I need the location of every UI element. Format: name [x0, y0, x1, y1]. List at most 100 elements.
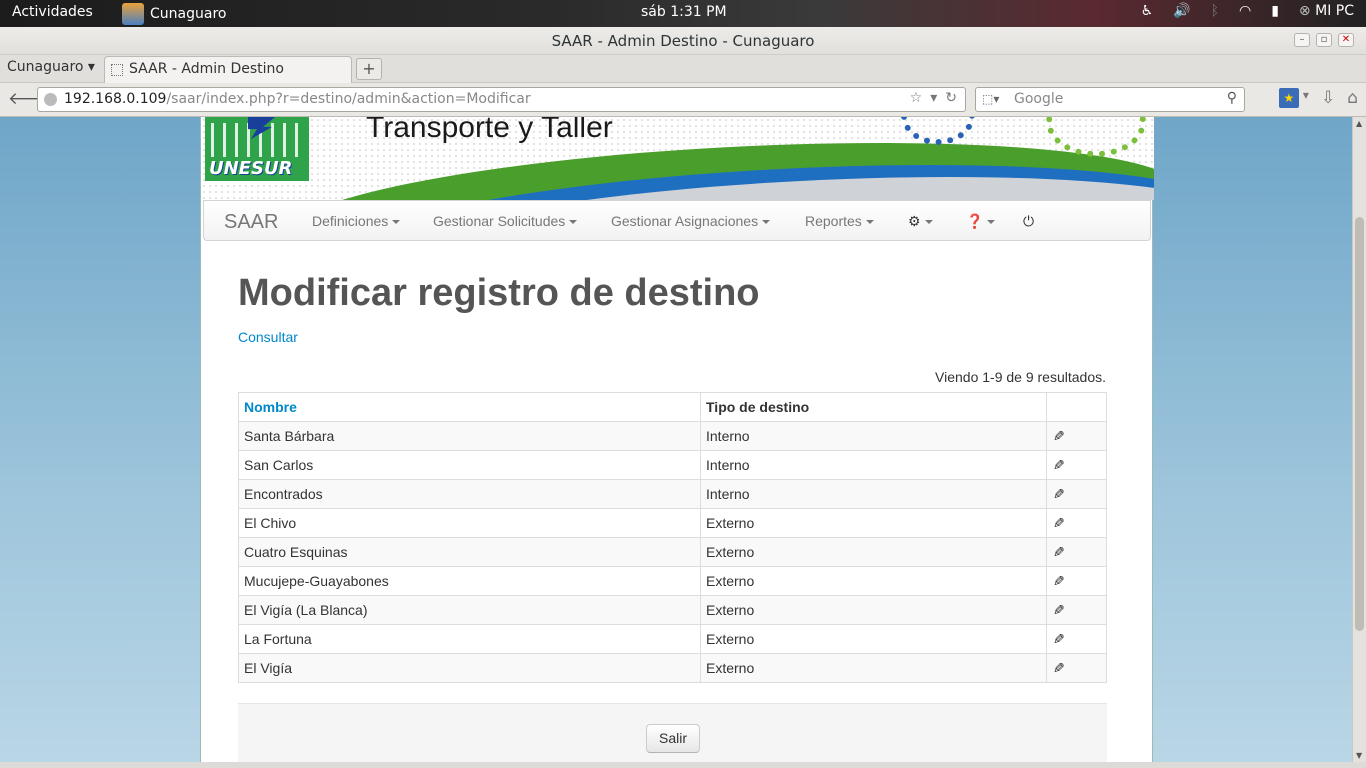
page-viewport: UNESUR Transporte y Taller SAAR Definici…	[0, 117, 1352, 762]
gear-icon: ⚙	[908, 213, 921, 229]
new-tab-button[interactable]: +	[356, 58, 382, 80]
menu-definiciones[interactable]: Definiciones	[312, 213, 401, 229]
page-title: Modificar registro de destino	[238, 272, 760, 314]
page-container: UNESUR Transporte y Taller SAAR Definici…	[200, 117, 1154, 762]
destinations-table: Nombre Tipo de destino Santa Bárbara Inte…	[238, 392, 1107, 683]
menu-gestionar-asignaciones[interactable]: Gestionar Asignaciones	[611, 213, 771, 229]
edit-pencil-icon[interactable]: ✎	[1053, 428, 1065, 445]
url-controls: ☆ ▾ ↻	[910, 90, 957, 106]
cell-nombre: El Chivo	[238, 508, 701, 538]
cell-tipo: Interno	[700, 479, 1047, 509]
cell-actions: ✎	[1046, 653, 1107, 683]
history-dropdown-icon[interactable]: ▾	[930, 90, 937, 106]
table-row: La Fortuna Externo ✎	[238, 624, 1107, 654]
window-bottom-edge	[0, 762, 1366, 768]
power-icon: ⏻	[1023, 213, 1035, 229]
home-icon[interactable]: ⌂	[1347, 88, 1358, 108]
edit-pencil-icon[interactable]: ✎	[1053, 660, 1065, 677]
caret-down-icon	[865, 220, 874, 225]
edit-pencil-icon[interactable]: ✎	[1053, 486, 1065, 503]
cell-nombre: Santa Bárbara	[238, 421, 701, 451]
cunaguaro-app-icon	[122, 2, 144, 25]
app-menu-button[interactable]: Cunaguaro	[122, 0, 226, 27]
cell-tipo: Externo	[700, 653, 1047, 683]
dropdown-arrow-icon: ▾	[83, 59, 95, 75]
cell-nombre: El Vigía (La Blanca)	[238, 595, 701, 625]
form-actions: Salir	[238, 703, 1107, 762]
menu-gestionar-solicitudes[interactable]: Gestionar Solicitudes	[433, 213, 578, 229]
table-header-row: Nombre Tipo de destino	[238, 392, 1107, 422]
logout-button[interactable]: ⏻	[1023, 213, 1034, 230]
column-header-tipo: Tipo de destino	[700, 392, 1047, 422]
volume-icon[interactable]: 🔊	[1173, 3, 1190, 19]
wifi-icon[interactable]: ◠	[1239, 3, 1251, 19]
scroll-up-icon[interactable]: ▲	[1356, 119, 1362, 128]
url-bar[interactable]: 192.168.0.109/saar/index.php?r=destino/a…	[37, 87, 966, 112]
edit-pencil-icon[interactable]: ✎	[1053, 573, 1065, 590]
menu-help[interactable]: ❓	[966, 213, 996, 230]
search-engine-icon[interactable]: ⬚▾	[982, 92, 999, 106]
caret-down-icon	[924, 220, 933, 225]
cell-actions: ✎	[1046, 624, 1107, 654]
table-row: El Chivo Externo ✎	[238, 508, 1107, 538]
cell-nombre: Mucujepe-Guayabones	[238, 566, 701, 596]
tab-admin-destino[interactable]: SAAR - Admin Destino	[104, 56, 352, 83]
window-title: SAAR - Admin Destino - Cunaguaro	[551, 32, 815, 50]
activities-button[interactable]: Actividades	[12, 4, 93, 20]
close-icon[interactable]: ✕	[1338, 33, 1354, 47]
edit-pencil-icon[interactable]: ✎	[1053, 457, 1065, 474]
reload-icon[interactable]: ↻	[945, 90, 957, 106]
bookmarks-dropdown-icon[interactable]: ▾	[1303, 88, 1309, 108]
salir-button[interactable]: Salir	[646, 724, 700, 753]
scroll-down-icon[interactable]: ▼	[1356, 751, 1362, 760]
menu-settings[interactable]: ⚙	[908, 213, 933, 230]
caret-down-icon	[762, 220, 771, 225]
bookmark-star-icon[interactable]: ☆	[910, 90, 923, 106]
window-titlebar[interactable]: SAAR - Admin Destino - Cunaguaro – ▫ ✕	[0, 27, 1366, 55]
consultar-link[interactable]: Consultar	[238, 329, 298, 345]
bluetooth-icon[interactable]: ᛒ	[1211, 3, 1219, 19]
search-icon[interactable]: ⚲	[1227, 90, 1237, 106]
site-identity-icon[interactable]	[44, 93, 57, 106]
user-name: MI PC	[1315, 3, 1354, 19]
menu-reportes[interactable]: Reportes	[805, 213, 874, 229]
edit-pencil-icon[interactable]: ✎	[1053, 602, 1065, 619]
toolbar-icons: ★ ▾ ⇩ ⌂	[1278, 88, 1358, 108]
caret-down-icon	[569, 220, 578, 225]
cell-actions: ✎	[1046, 537, 1107, 567]
cell-nombre: El Vigía	[238, 653, 701, 683]
minimize-icon[interactable]: –	[1294, 33, 1310, 47]
search-placeholder: Google	[1014, 91, 1064, 107]
user-menu[interactable]: ⊗ MI PC	[1299, 3, 1354, 19]
maximize-icon[interactable]: ▫	[1316, 33, 1332, 47]
clock[interactable]: sáb 1:31 PM	[641, 4, 727, 20]
tab-label: SAAR - Admin Destino	[129, 61, 284, 77]
downloads-icon[interactable]: ⇩	[1321, 88, 1335, 108]
column-header-actions	[1046, 392, 1107, 422]
accessibility-icon[interactable]: ♿	[1141, 3, 1154, 19]
question-circle-icon: ❓	[966, 213, 984, 229]
cell-actions: ✎	[1046, 479, 1107, 509]
battery-icon[interactable]: ▮	[1271, 3, 1279, 19]
vertical-scrollbar[interactable]: ▲ ▼	[1352, 117, 1366, 762]
brand-link[interactable]: SAAR	[224, 211, 278, 234]
cell-nombre: La Fortuna	[238, 624, 701, 654]
search-bar[interactable]: ⬚▾ Google ⚲	[975, 87, 1245, 112]
page-favicon-icon	[111, 64, 123, 76]
cell-tipo: Externo	[700, 566, 1047, 596]
browser-app-menu[interactable]: Cunaguaro ▾	[7, 59, 95, 75]
bookmarks-icon[interactable]: ★	[1278, 88, 1299, 108]
scrollbar-thumb[interactable]	[1355, 217, 1364, 631]
app-name: Cunaguaro	[150, 5, 227, 22]
table-row: Mucujepe-Guayabones Externo ✎	[238, 566, 1107, 596]
results-summary: Viendo 1-9 de 9 resultados.	[935, 369, 1106, 385]
menu-label: Reportes	[805, 213, 862, 229]
column-header-nombre[interactable]: Nombre	[238, 392, 701, 422]
edit-pencil-icon[interactable]: ✎	[1053, 631, 1065, 648]
edit-pencil-icon[interactable]: ✎	[1053, 515, 1065, 532]
banner-title: Transporte y Taller	[366, 117, 613, 144]
menu-label: Gestionar Asignaciones	[611, 213, 759, 229]
edit-pencil-icon[interactable]: ✎	[1053, 544, 1065, 561]
url-host: 192.168.0.109	[64, 91, 167, 107]
sort-link-nombre[interactable]: Nombre	[244, 399, 297, 415]
